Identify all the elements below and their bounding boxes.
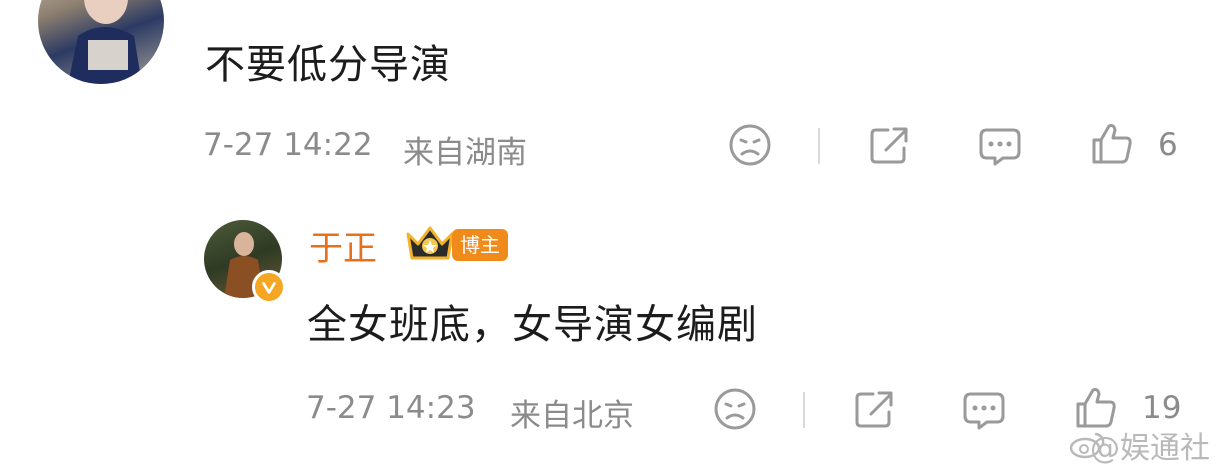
comment-icon[interactable]	[961, 386, 1007, 432]
comment-location: 来自北京	[510, 398, 634, 434]
author-badge: 博主	[452, 229, 508, 261]
avatar[interactable]	[38, 0, 164, 84]
like-count: 6	[1158, 127, 1178, 163]
like-count: 19	[1142, 390, 1182, 426]
comment-timestamp: 7-27 14:23	[306, 390, 476, 426]
divider	[818, 128, 820, 164]
author-name[interactable]: 于正	[309, 221, 377, 270]
share-icon[interactable]	[866, 122, 912, 168]
verified-badge-icon	[252, 270, 286, 304]
comment-text: 全女班底，女导演女编剧	[307, 302, 758, 348]
share-icon[interactable]	[851, 386, 897, 432]
like-icon[interactable]	[1088, 120, 1134, 166]
crown-icon	[404, 222, 456, 264]
dislike-face-icon[interactable]	[727, 122, 773, 168]
comment-text: 不要低分导演	[205, 42, 451, 88]
dislike-face-icon[interactable]	[712, 386, 758, 432]
watermark: @娱通社	[1090, 431, 1210, 466]
comment-location: 来自湖南	[403, 135, 527, 171]
comment-timestamp: 7-27 14:22	[203, 127, 373, 163]
comment-icon[interactable]	[977, 122, 1023, 168]
divider	[803, 392, 805, 428]
